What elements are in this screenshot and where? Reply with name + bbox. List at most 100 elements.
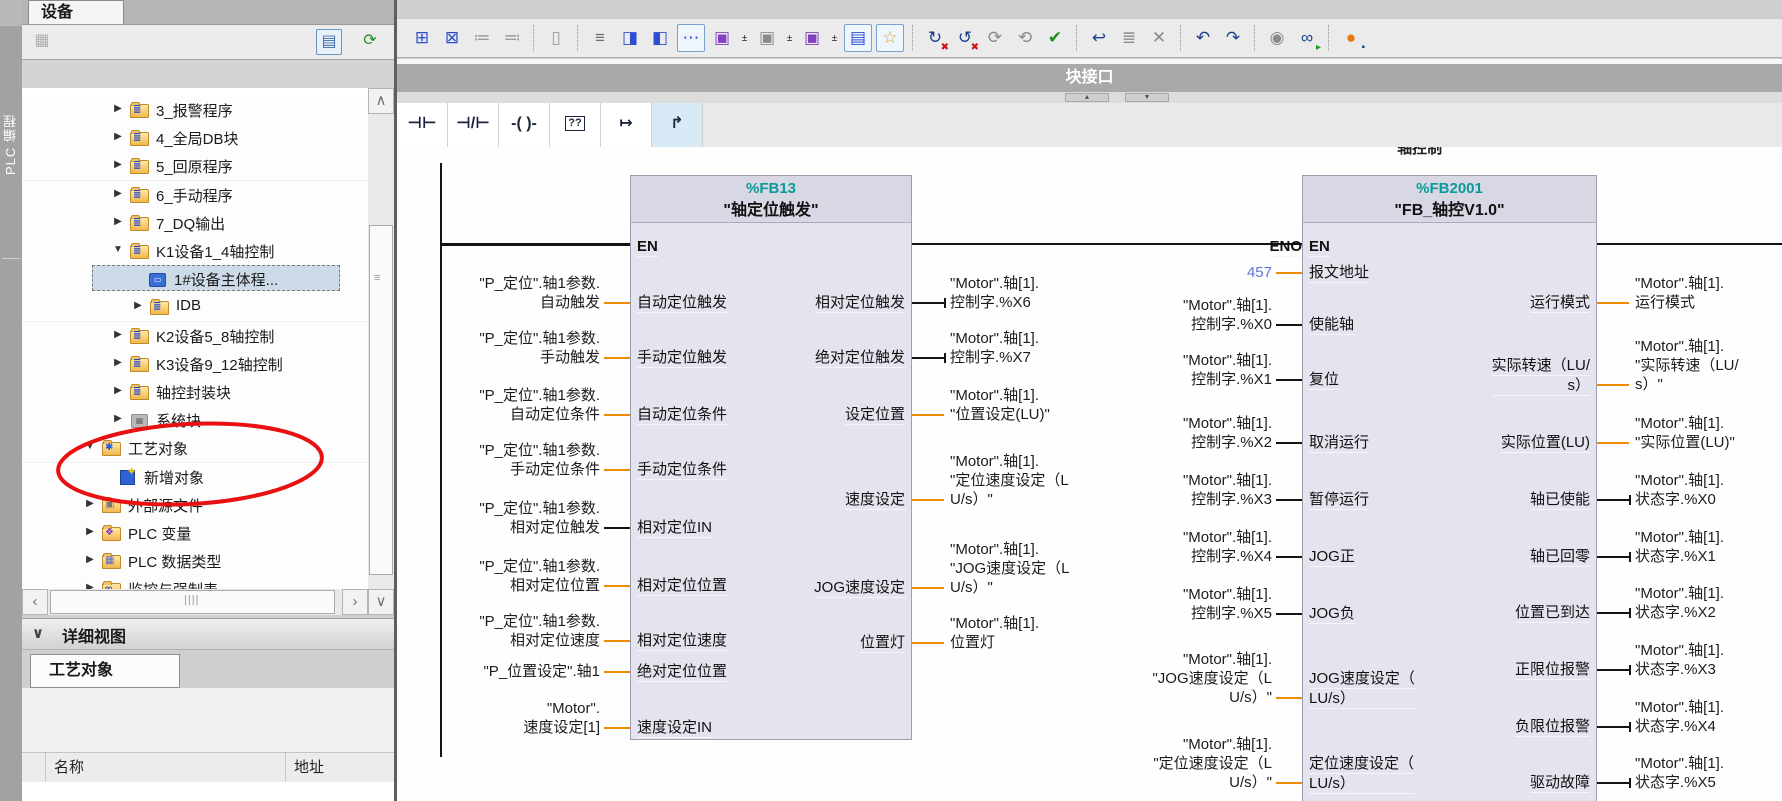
input-operand[interactable]: "Motor".轴[1].控制字.%X3 (1183, 471, 1272, 509)
block-interface-bar[interactable]: 块接口 (397, 64, 1782, 92)
tree-item[interactable]: ▶≣3_报警程序 (22, 96, 368, 125)
tree-item[interactable]: ▶▣外部源文件 (22, 491, 368, 520)
upload-icon[interactable]: ⟲ (1012, 25, 1038, 51)
tree-item[interactable]: ▶≣4_全局DB块 (22, 124, 368, 153)
data-snapshot-icon[interactable]: ●▪ (1338, 25, 1364, 51)
output-operand[interactable]: "Motor".轴[1].状态字.%X5 (1635, 754, 1724, 792)
chevron-collapsed-icon[interactable]: ▶ (132, 300, 144, 311)
input-operand[interactable]: "Motor".轴[1].控制字.%X2 (1183, 414, 1272, 452)
cross-reference-icon[interactable]: ✕ (1146, 25, 1172, 51)
chevron-collapsed-icon[interactable]: ▶ (84, 498, 96, 509)
fb-box-icon-dropdown[interactable]: ± (739, 33, 750, 44)
program-editor-canvas[interactable]: %FB13"轴定位触发"ENENO自动定位触发"P_定位".轴1参数.自动触发手… (397, 147, 1782, 801)
tree-item[interactable]: ▶≣5_回原程序 (22, 152, 368, 181)
list-view-icon[interactable]: ▤ (316, 29, 342, 55)
branch-icon[interactable]: ↦ (601, 103, 652, 147)
jump-back-icon[interactable]: ↶ (1190, 25, 1216, 51)
output-operand[interactable]: "Motor".轴[1].位置灯 (950, 614, 1039, 652)
input-operand[interactable]: "P_定位".轴1参数.手动触发 (479, 329, 600, 367)
compile-icon[interactable]: ✔ (1042, 25, 1068, 51)
input-operand[interactable]: "P_定位".轴1参数.自动定位条件 (479, 386, 600, 424)
download-icon[interactable]: ⟳ (982, 25, 1008, 51)
plc-programming-vertical-tab[interactable]: PLC 编程 (1, 90, 21, 200)
insert-row-after-icon[interactable]: ≕ (499, 25, 525, 51)
input-operand[interactable]: "Motor".速度设定[1] (523, 699, 600, 737)
paste-block-icon[interactable]: ▯ (543, 25, 569, 51)
chevron-collapsed-icon[interactable]: ▶ (112, 131, 124, 142)
tree-scroll-up-button[interactable]: ∧ (368, 88, 394, 114)
tree-item[interactable]: ▶≣K2设备5_8轴控制 (22, 322, 368, 351)
db-box-icon[interactable]: ▣ (799, 25, 825, 51)
input-operand[interactable]: "P_定位".轴1参数.相对定位触发 (479, 499, 600, 537)
output-operand[interactable]: "Motor".轴[1]."位置设定(LU)" (950, 386, 1050, 424)
tree-item[interactable]: ▭1#设备主体程... (22, 265, 368, 294)
monitoring-glasses-icon[interactable]: ∞▸ (1294, 25, 1320, 51)
fb-box-icon[interactable]: ▣ (709, 25, 735, 51)
tree-vscrollbar-thumb[interactable] (369, 225, 393, 575)
output-operand[interactable]: "Motor".轴[1].状态字.%X2 (1635, 584, 1724, 622)
input-operand[interactable]: "P_位置设定".轴1 (483, 662, 600, 681)
tree-item[interactable]: ▶≣K3设备9_12轴控制 (22, 350, 368, 379)
input-operand[interactable]: "P_定位".轴1参数.相对定位速度 (479, 612, 600, 650)
input-operand[interactable]: "P_定位".轴1参数.相对定位位置 (479, 557, 600, 595)
tree-item[interactable]: ▶≣7_DQ输出 (22, 209, 368, 238)
tree-item[interactable]: ▶▦系统块 (22, 406, 368, 435)
collapse-all-icon[interactable]: ◧ (647, 25, 673, 51)
input-operand[interactable]: 457 (1247, 263, 1272, 282)
chevron-expanded-icon[interactable]: ▼ (84, 441, 96, 452)
chevron-collapsed-icon[interactable]: ▶ (112, 188, 124, 199)
insert-row-icon[interactable]: ≔ (469, 25, 495, 51)
output-operand[interactable]: "Motor".轴[1].控制字.%X7 (950, 329, 1039, 367)
tree-scroll-down-button[interactable]: ∨ (368, 589, 394, 615)
output-operand[interactable]: "Motor".轴[1].运行模式 (1635, 274, 1724, 312)
tab-devices[interactable]: 设备 (28, 0, 124, 24)
jump-forward-icon[interactable]: ↷ (1220, 25, 1246, 51)
output-operand[interactable]: "Motor".轴[1]."实际转速（LU/s）" (1635, 337, 1739, 394)
chevron-collapsed-icon[interactable]: ▶ (84, 526, 96, 537)
output-operand[interactable]: "Motor".轴[1].状态字.%X3 (1635, 641, 1724, 679)
absolute-operands-icon[interactable]: ≣ (1116, 25, 1142, 51)
chevron-collapsed-icon[interactable]: ▶ (112, 329, 124, 340)
output-operand[interactable]: "Motor".轴[1]."实际位置(LU)" (1635, 414, 1735, 452)
network-structure-icon[interactable]: ≡ (587, 25, 613, 51)
output-operand[interactable]: "Motor".轴[1].控制字.%X6 (950, 274, 1039, 312)
input-operand[interactable]: "P_定位".轴1参数.自动触发 (479, 274, 600, 312)
redo-icon[interactable]: ↺✖ (952, 25, 978, 51)
detail-col-name[interactable]: 名称 (46, 753, 286, 783)
chevron-collapsed-icon[interactable]: ▶ (112, 103, 124, 114)
comment-toggle-icon[interactable]: ⋯ (677, 24, 705, 52)
function-block-fb13[interactable]: %FB13"轴定位触发" (630, 175, 912, 740)
input-operand[interactable]: "Motor".轴[1].控制字.%X1 (1183, 351, 1272, 389)
output-operand[interactable]: "Motor".轴[1].状态字.%X4 (1635, 698, 1724, 736)
tree-scroll-left-button[interactable]: ‹ (22, 589, 48, 615)
output-operand[interactable]: "Motor".轴[1]."定位速度设定（LU/s）" (950, 452, 1069, 509)
tree-item[interactable]: ▶≣IDB (22, 293, 368, 322)
output-operand[interactable]: "Motor".轴[1]."JOG速度设定（LU/s）" (950, 540, 1070, 597)
chevron-expanded-icon[interactable]: ▼ (112, 244, 124, 255)
undo-icon[interactable]: ↻✖ (922, 25, 948, 51)
splitter-down-button[interactable]: ▼ (1125, 93, 1169, 102)
empty-box-icon[interactable]: ?? (550, 103, 601, 147)
fc-box-icon-dropdown[interactable]: ± (784, 33, 795, 44)
tree-item[interactable]: ▶❖PLC 变量 (22, 519, 368, 548)
splitter-up-button[interactable]: ▲ (1065, 93, 1109, 102)
chevron-collapsed-icon[interactable]: ▶ (112, 159, 124, 170)
tree-item[interactable]: ▼≣K1设备1_4轴控制 (22, 237, 368, 266)
open-branch-icon[interactable]: ↱ (652, 103, 703, 147)
detail-col-address[interactable]: 地址 (286, 753, 394, 783)
tree-item[interactable]: ▶≣6_手动程序 (22, 181, 368, 210)
output-operand[interactable]: "Motor".轴[1].状态字.%X0 (1635, 471, 1724, 509)
tree-item[interactable]: ▶▦PLC 数据类型 (22, 547, 368, 576)
input-operand[interactable]: "Motor".轴[1]."JOG速度设定（LU/s）" (1152, 650, 1272, 707)
tree-scroll-right-button[interactable]: › (342, 589, 368, 615)
fc-box-icon[interactable]: ▣ (754, 25, 780, 51)
configure-icon[interactable]: ▦ (30, 29, 54, 53)
collapse-chevron-icon[interactable]: ∨ (26, 622, 50, 646)
delete-network-icon[interactable]: ⊠ (439, 25, 465, 51)
input-operand[interactable]: "Motor".轴[1]."定位速度设定（LU/s）" (1153, 735, 1272, 792)
favorites-toggle-icon[interactable]: ☆ (876, 24, 904, 52)
coil-icon[interactable]: ‑( )‑ (499, 103, 550, 147)
chevron-collapsed-icon[interactable]: ▶ (112, 385, 124, 396)
find-icon[interactable]: ◉ (1264, 25, 1290, 51)
input-operand[interactable]: "P_定位".轴1参数.手动定位条件 (479, 441, 600, 479)
